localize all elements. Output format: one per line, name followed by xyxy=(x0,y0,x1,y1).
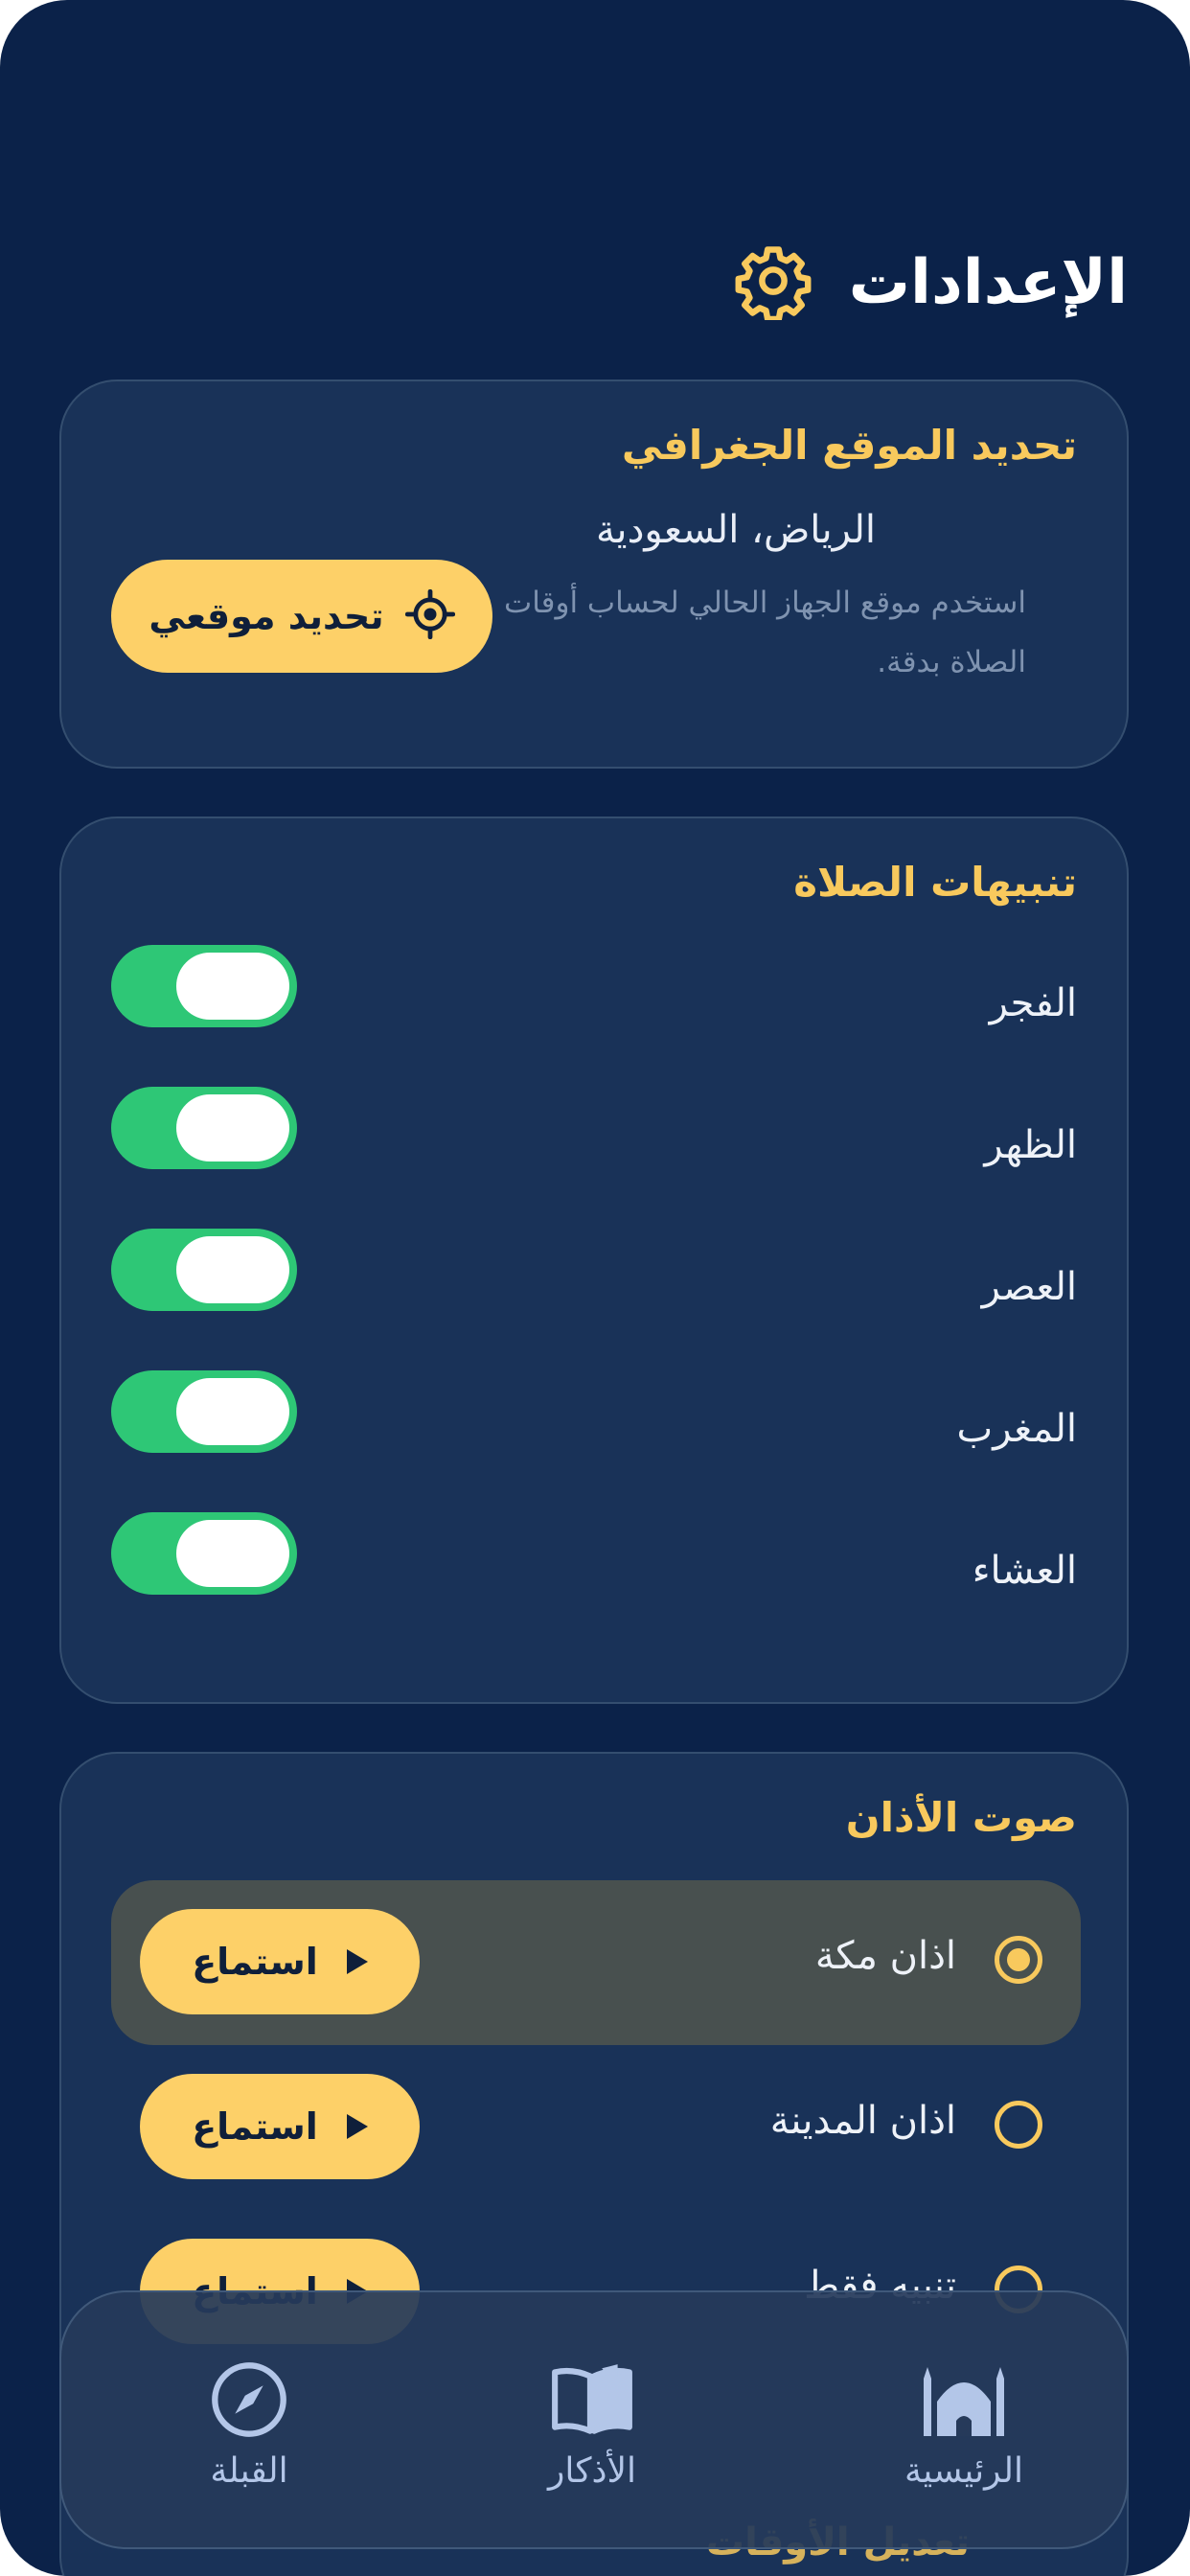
prayer-label-fajr: الفجر xyxy=(989,981,1077,1025)
toggle-knob xyxy=(176,1236,289,1303)
toggle-knob xyxy=(176,953,289,1020)
prayer-label-dhuhr: الظهر xyxy=(984,1123,1077,1167)
adhan-option-label: اذان المدينة xyxy=(769,2099,956,2143)
nav-item-adhkar[interactable]: الأذكار xyxy=(477,2359,707,2491)
play-icon xyxy=(346,2114,368,2139)
toggle-dhuhr[interactable] xyxy=(111,1087,297,1169)
location-description: استخدم موقع الجهاز الحالي لحساب أوقات ال… xyxy=(504,586,1026,679)
radio-dot xyxy=(1007,1948,1030,1971)
page-title: الإعدادات xyxy=(848,247,1128,318)
toggle-knob xyxy=(176,1094,289,1162)
prayer-label-asr: العصر xyxy=(981,1265,1077,1309)
locate-me-label: تحديد موقعي xyxy=(149,595,384,637)
nav-label-home: الرئيسية xyxy=(904,2451,1023,2491)
prayer-alerts-card: تنبيهات الصلاة الفجر الظهر العصر المغرب … xyxy=(59,816,1129,1704)
prayer-alerts-title: تنبيهات الصلاة xyxy=(793,859,1077,906)
listen-label: استماع xyxy=(192,2105,318,2148)
location-city: الرياض، السعودية xyxy=(595,508,876,552)
nav-label-qibla: القبلة xyxy=(210,2451,288,2491)
play-icon xyxy=(346,1949,368,1974)
adhan-sound-title: صوت الأذان xyxy=(845,1794,1077,1841)
toggle-knob xyxy=(176,1378,289,1445)
nav-item-qibla[interactable]: القبلة xyxy=(134,2359,364,2491)
adhan-option-label: اذان مكة xyxy=(814,1934,956,1978)
radio-selected[interactable] xyxy=(995,1936,1042,1984)
listen-button[interactable]: استماع xyxy=(140,1909,420,2014)
page-header: الإعدادات xyxy=(734,230,1128,335)
prayer-label-isha: العشاء xyxy=(972,1549,1077,1593)
toggle-fajr[interactable] xyxy=(111,945,297,1027)
mosque-icon xyxy=(918,2367,1010,2444)
compass-icon xyxy=(209,2362,289,2444)
location-card: تحديد الموقع الجغرافي الرياض، السعودية ا… xyxy=(59,380,1129,769)
prayer-label-maghrib: المغرب xyxy=(956,1407,1077,1451)
gear-icon xyxy=(734,242,812,324)
radio-unselected[interactable] xyxy=(995,2101,1042,2149)
bottom-nav: الرئيسية الأذكار القبلة xyxy=(59,2290,1129,2549)
settings-screen: الإعدادات تحديد الموقع الجغرافي الرياض، … xyxy=(0,0,1190,2576)
adhan-option-madinah[interactable]: اذان المدينة استماع xyxy=(111,2045,1081,2210)
location-card-title: تحديد الموقع الجغرافي xyxy=(621,422,1077,469)
locate-target-icon xyxy=(404,588,455,643)
listen-button[interactable]: استماع xyxy=(140,2074,420,2179)
toggle-maghrib[interactable] xyxy=(111,1370,297,1453)
locate-me-button[interactable]: تحديد موقعي xyxy=(111,560,492,673)
toggle-asr[interactable] xyxy=(111,1229,297,1311)
toggle-knob xyxy=(176,1520,289,1587)
listen-label: استماع xyxy=(192,1941,318,1983)
nav-label-adhkar: الأذكار xyxy=(547,2451,637,2491)
adhan-option-makkah[interactable]: اذان مكة استماع xyxy=(111,1880,1081,2045)
toggle-isha[interactable] xyxy=(111,1512,297,1595)
nav-item-home[interactable]: الرئيسية xyxy=(849,2359,1079,2491)
open-book-icon xyxy=(549,2364,635,2444)
